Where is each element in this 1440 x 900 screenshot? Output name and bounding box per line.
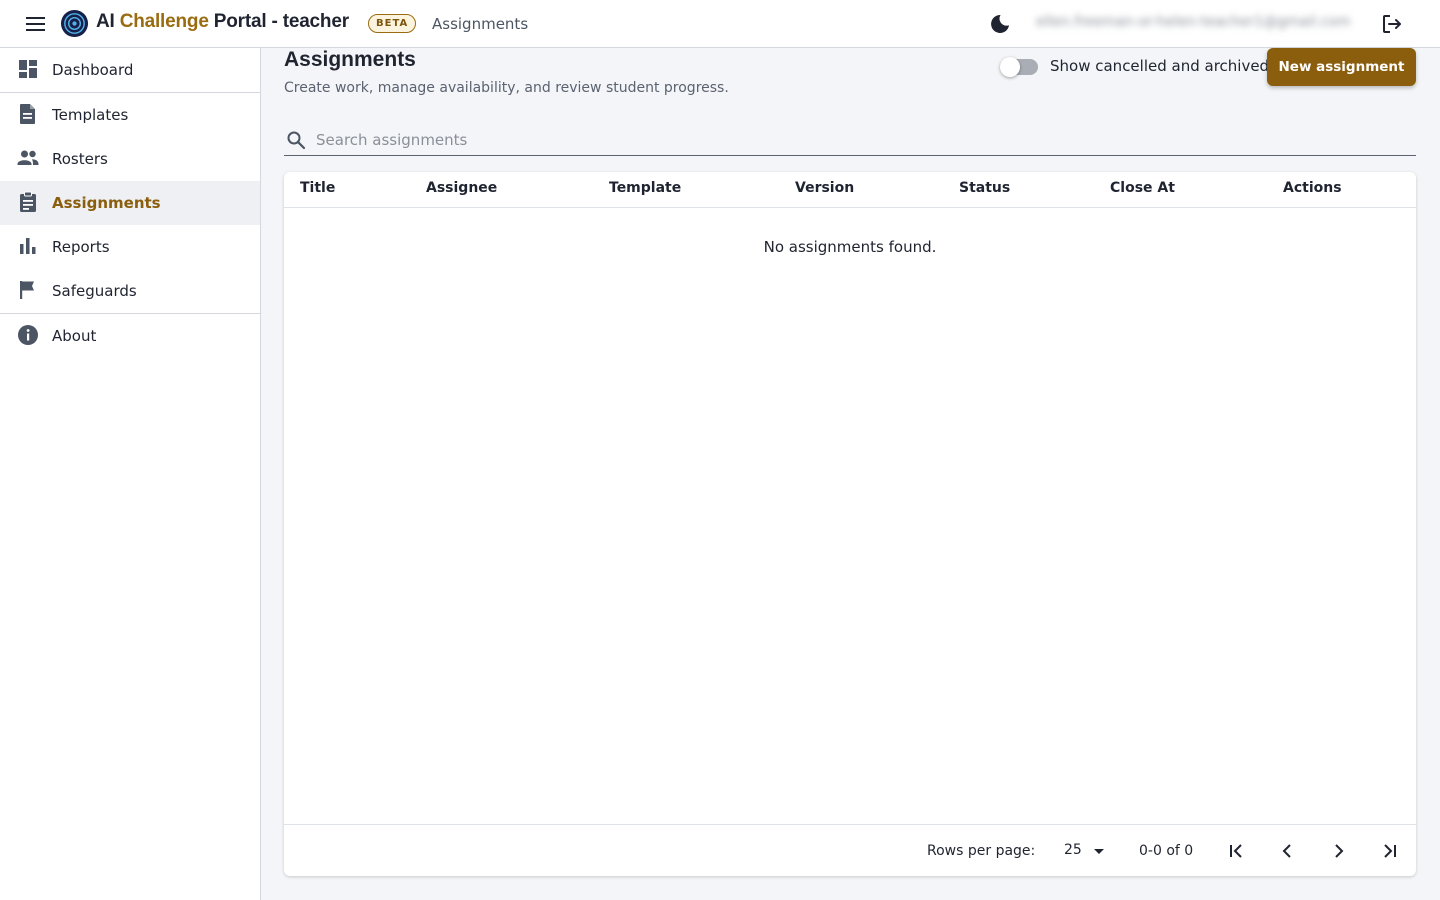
search-icon bbox=[287, 131, 306, 150]
dropdown-caret-icon bbox=[1094, 849, 1104, 854]
document-icon bbox=[20, 104, 35, 124]
sidebar-item-label: Templates bbox=[52, 106, 129, 124]
rows-per-page-label: Rows per page: bbox=[927, 843, 1036, 859]
sidebar-item-reports[interactable]: Reports bbox=[0, 225, 260, 269]
sidebar-item-about[interactable]: About bbox=[0, 314, 260, 358]
rows-per-page-value: 25 bbox=[1064, 842, 1082, 858]
empty-state-message: No assignments found. bbox=[763, 238, 937, 256]
sidebar: Dashboard Templates Rosters Assignments … bbox=[0, 48, 261, 900]
table-header: Title Assignee Template Version Status C… bbox=[284, 172, 1416, 208]
sidebar-item-label: Rosters bbox=[52, 150, 108, 168]
page-subtitle: Create work, manage availability, and re… bbox=[284, 80, 729, 96]
sidebar-item-rosters[interactable]: Rosters bbox=[0, 137, 260, 181]
breadcrumb: Assignments bbox=[432, 15, 529, 33]
search-input[interactable] bbox=[316, 128, 1406, 152]
sidebar-item-safeguards[interactable]: Safeguards bbox=[0, 269, 260, 313]
menu-icon[interactable] bbox=[22, 12, 50, 36]
logout-icon[interactable] bbox=[1380, 12, 1404, 36]
user-email: ellen.freeman-or-helen-teacher1@gmail.co… bbox=[1036, 14, 1351, 30]
column-header-close-at[interactable]: Close At bbox=[1110, 180, 1175, 196]
bar-chart-icon bbox=[20, 238, 36, 254]
dark-mode-moon-icon[interactable] bbox=[988, 12, 1012, 36]
toggle-knob bbox=[1000, 57, 1020, 77]
search-bar bbox=[284, 124, 1416, 156]
last-page-icon[interactable] bbox=[1378, 839, 1402, 863]
sidebar-item-label: Assignments bbox=[52, 194, 161, 212]
table-pagination: Rows per page: 25 0-0 of 0 bbox=[284, 824, 1416, 876]
pagination-range: 0-0 of 0 bbox=[1139, 843, 1194, 859]
people-icon bbox=[17, 150, 39, 165]
logo-icon bbox=[60, 9, 89, 38]
new-assignment-button[interactable]: New assignment bbox=[1267, 48, 1416, 86]
sidebar-item-dashboard[interactable]: Dashboard bbox=[0, 48, 260, 92]
column-header-template[interactable]: Template bbox=[609, 180, 681, 196]
sidebar-item-templates[interactable]: Templates bbox=[0, 93, 260, 137]
sidebar-item-label: About bbox=[52, 327, 97, 345]
dashboard-icon bbox=[19, 60, 37, 78]
rows-per-page-select[interactable]: 25 bbox=[1054, 839, 1106, 863]
show-cancelled-label: Show cancelled and archived bbox=[1050, 57, 1270, 75]
show-cancelled-toggle[interactable] bbox=[1000, 57, 1038, 77]
column-header-title[interactable]: Title bbox=[300, 180, 335, 196]
assignments-table: Title Assignee Template Version Status C… bbox=[284, 172, 1416, 876]
clipboard-icon bbox=[20, 191, 36, 212]
column-header-version[interactable]: Version bbox=[795, 180, 854, 196]
previous-page-icon[interactable] bbox=[1275, 839, 1299, 863]
column-header-assignee[interactable]: Assignee bbox=[426, 180, 497, 196]
top-app-bar: AI Challenge Portal - teacher BETA Assig… bbox=[0, 0, 1440, 48]
column-header-actions: Actions bbox=[1283, 180, 1342, 196]
app-title: AI Challenge Portal - teacher bbox=[96, 11, 349, 32]
flag-icon bbox=[20, 281, 34, 299]
column-header-status[interactable]: Status bbox=[959, 180, 1010, 196]
first-page-icon[interactable] bbox=[1224, 839, 1248, 863]
sidebar-item-label: Dashboard bbox=[52, 61, 134, 79]
beta-badge: BETA bbox=[368, 14, 417, 33]
next-page-icon[interactable] bbox=[1327, 839, 1351, 863]
sidebar-item-label: Safeguards bbox=[52, 282, 137, 300]
sidebar-item-assignments[interactable]: Assignments bbox=[0, 181, 260, 225]
info-icon bbox=[18, 325, 38, 345]
sidebar-item-label: Reports bbox=[52, 238, 110, 256]
page-title: Assignments bbox=[284, 48, 416, 71]
